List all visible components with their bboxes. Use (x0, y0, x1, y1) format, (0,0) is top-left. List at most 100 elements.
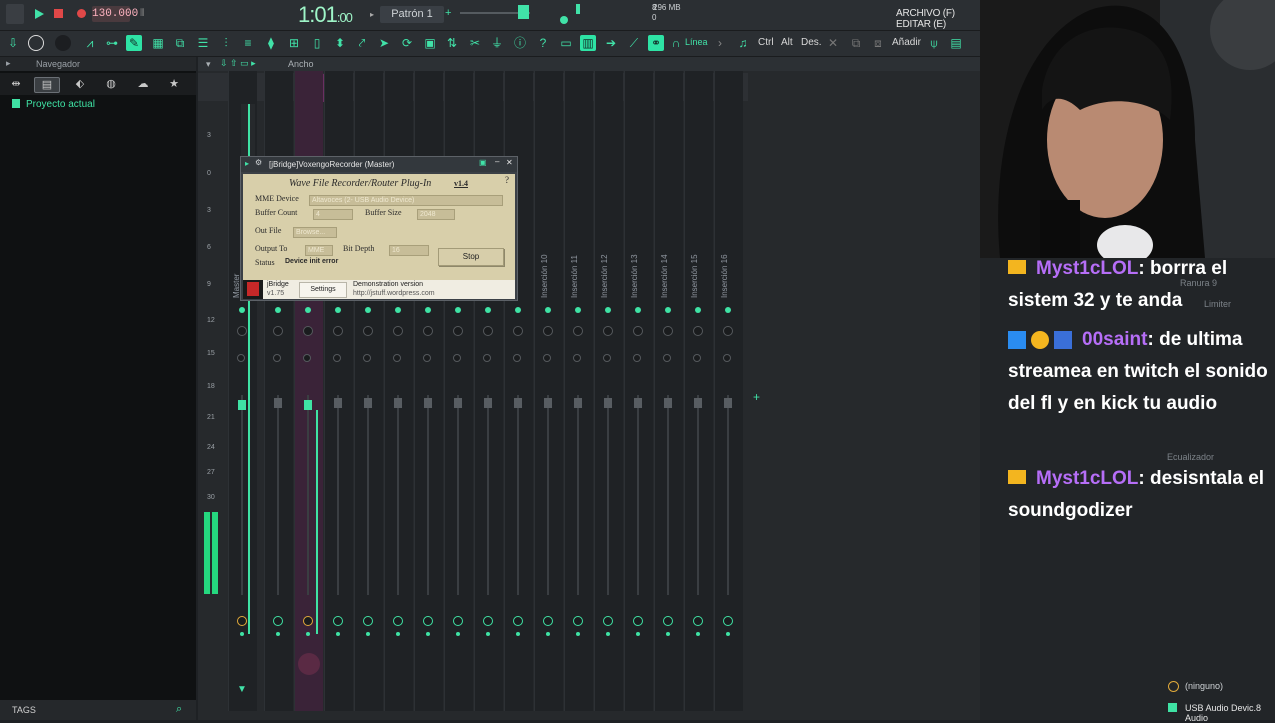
volume-fader-cap[interactable] (334, 398, 342, 408)
split-icon[interactable]: ⇅ (444, 35, 460, 51)
volume-fader-cap[interactable] (664, 398, 672, 408)
route-knob[interactable] (363, 616, 373, 626)
mixer-toggle-icon[interactable]: ▥ (580, 35, 596, 51)
send-led[interactable] (336, 632, 340, 636)
plugin-detach-icon[interactable]: ▣ (479, 158, 487, 167)
play-icon[interactable] (32, 7, 46, 21)
mme-device-select[interactable]: Altavoces (2- USB Audio Device) (309, 195, 503, 206)
master-knob-icon[interactable] (55, 35, 71, 51)
pan-knob[interactable] (453, 326, 463, 336)
pattern-prev-icon[interactable]: ▸ (370, 10, 374, 19)
send-led[interactable] (366, 632, 370, 636)
buffer-size-field[interactable]: 2048 (417, 209, 455, 220)
browse-button[interactable]: Browse... (293, 227, 337, 238)
track-enable-led[interactable] (275, 307, 281, 313)
route-knob[interactable] (573, 616, 583, 626)
volume-fader[interactable] (367, 395, 369, 595)
disk-icon[interactable]: ▣ (422, 35, 438, 51)
clip-icon[interactable]: ▯ (309, 35, 325, 51)
route-knob[interactable] (723, 616, 733, 626)
stereo-knob[interactable] (303, 354, 311, 362)
line-arrow-icon[interactable]: › (712, 35, 728, 51)
gear-icon[interactable]: ⚙ (255, 158, 262, 167)
pan-knob[interactable] (543, 326, 553, 336)
send-led[interactable] (546, 632, 550, 636)
copy-icon[interactable]: ⧉ (848, 35, 864, 51)
chat-username[interactable]: Myst1cLOL (1036, 258, 1138, 279)
main-menu[interactable]: ARCHIVO (F) EDITAR (E) (896, 8, 980, 30)
route-knob[interactable] (393, 616, 403, 626)
track-enable-led[interactable] (335, 307, 341, 313)
track-enable-led[interactable] (365, 307, 371, 313)
volume-fader[interactable] (337, 395, 339, 595)
bit-depth-select[interactable]: 16 (389, 245, 429, 256)
pan-knob[interactable] (237, 326, 247, 336)
link-icon[interactable]: ⤤ (354, 35, 370, 51)
add-insert-icon[interactable]: + (753, 390, 760, 404)
plugin-help-icon[interactable]: ? (505, 175, 509, 185)
route-knob[interactable] (423, 616, 433, 626)
cart-icon[interactable]: ▤ (948, 35, 964, 51)
master-volume-handle[interactable] (518, 5, 529, 19)
route-knob[interactable] (333, 616, 343, 626)
stereo-knob[interactable] (543, 354, 551, 362)
track-enable-led[interactable] (695, 307, 701, 313)
playlist-icon[interactable]: ☰ (195, 35, 211, 51)
ctrl-key[interactable]: Ctrl (758, 37, 774, 48)
track-enable-led[interactable] (665, 307, 671, 313)
track-enable-led[interactable] (605, 307, 611, 313)
send-led[interactable] (426, 632, 430, 636)
send-led[interactable] (636, 632, 640, 636)
route-knob[interactable] (663, 616, 673, 626)
pan-knob[interactable] (693, 326, 703, 336)
send-led[interactable] (396, 632, 400, 636)
volume-fader-cap[interactable] (238, 400, 246, 410)
stop-button[interactable]: Stop (438, 248, 504, 266)
cloud-tab-icon[interactable]: ☁ (135, 77, 151, 91)
browser-menu-icon[interactable]: ▸ (6, 58, 11, 69)
volume-fader[interactable] (667, 395, 669, 595)
volume-fader[interactable] (307, 395, 309, 595)
mixer-strip[interactable] (534, 71, 563, 711)
tempo-knob-icon[interactable] (28, 35, 44, 51)
close-icon[interactable]: ✕ (506, 158, 513, 167)
track-enable-led[interactable] (425, 307, 431, 313)
add-button[interactable]: Añadir (892, 37, 921, 48)
mixer-strip[interactable] (684, 71, 713, 711)
pitch-knob[interactable] (560, 16, 568, 24)
stereo-knob[interactable] (663, 354, 671, 362)
volume-fader-cap[interactable] (274, 398, 282, 408)
next-icon[interactable]: ➔ (603, 35, 619, 51)
route-knob[interactable] (453, 616, 463, 626)
pattern-song-toggle[interactable] (6, 4, 24, 24)
database-tab-icon[interactable]: ◍ (103, 77, 119, 91)
pan-knob[interactable] (483, 326, 493, 336)
route-knob[interactable] (633, 616, 643, 626)
pan-knob[interactable] (333, 326, 343, 336)
tempo-display[interactable]: 130.000 (92, 6, 138, 22)
pan-knob[interactable] (663, 326, 673, 336)
pan-knob[interactable] (573, 326, 583, 336)
send-led[interactable] (726, 632, 730, 636)
lock-icon[interactable]: ∩ (668, 35, 684, 51)
mixer-strip[interactable] (564, 71, 593, 711)
route-knob[interactable] (603, 616, 613, 626)
plugin-menu-icon[interactable]: ▸ (245, 159, 249, 168)
mixer-icon[interactable]: ⫶ (218, 35, 234, 51)
route-knob[interactable] (237, 616, 247, 626)
line-mode[interactable]: Línea (685, 37, 708, 47)
pan-knob[interactable] (603, 326, 613, 336)
wave-icon[interactable]: ⩘ (82, 35, 98, 51)
mixer-strip[interactable] (624, 71, 653, 711)
mixer-strip[interactable] (654, 71, 683, 711)
track-enable-led[interactable] (455, 307, 461, 313)
collapse-icon[interactable]: ⇹ (8, 77, 24, 91)
jbridge-settings-button[interactable]: Settings (299, 282, 347, 298)
pan-knob[interactable] (363, 326, 373, 336)
route-knob[interactable] (513, 616, 523, 626)
track-enable-led[interactable] (635, 307, 641, 313)
volume-fader-cap[interactable] (394, 398, 402, 408)
browser-icon[interactable]: ≡ (240, 35, 256, 51)
chat-username[interactable]: 00saint (1082, 329, 1147, 350)
send-led[interactable] (240, 632, 244, 636)
